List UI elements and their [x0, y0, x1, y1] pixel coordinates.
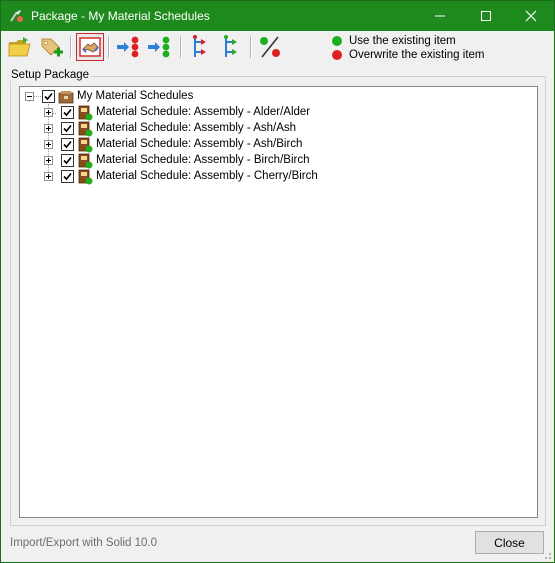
app-icon	[10, 10, 23, 22]
close-window-button[interactable]	[508, 1, 554, 31]
add-tag-button[interactable]	[39, 34, 65, 60]
tree-root-label: My Material Schedules	[77, 90, 194, 102]
legend-label: Use the existing item	[349, 35, 456, 47]
expand-toggle[interactable]	[44, 156, 53, 165]
handshake-button[interactable]	[76, 33, 104, 61]
close-icon	[525, 10, 537, 22]
tag-add-icon	[41, 38, 63, 57]
red-branch-icon	[193, 35, 206, 57]
package-tree[interactable]: My Material Schedules Material Schedule:…	[19, 86, 538, 518]
move-to-red-stack-button[interactable]	[116, 34, 142, 60]
schedule-status-icon	[78, 169, 93, 185]
item-checkbox[interactable]	[61, 106, 74, 119]
move-to-green-stack-button[interactable]	[147, 34, 173, 60]
tree-item-label: Material Schedule: Assembly - Cherry/Bir…	[96, 170, 318, 182]
arrow-green-stack-icon	[148, 36, 170, 58]
checkmark-icon	[63, 140, 72, 149]
green-branch-icon	[224, 35, 237, 57]
tree-root-node[interactable]: My Material Schedules	[20, 89, 320, 105]
toolbar-separator	[70, 36, 72, 58]
tree-item-node[interactable]: Material Schedule: Assembly - Alder/Alde…	[20, 105, 380, 121]
resize-grip-icon[interactable]	[542, 550, 552, 560]
package-folder-icon	[58, 91, 74, 104]
legend-label: Overwrite the existing item	[349, 49, 485, 61]
tree-item-label: Material Schedule: Assembly - Birch/Birc…	[96, 154, 310, 166]
item-checkbox[interactable]	[61, 122, 74, 135]
tree-item-node[interactable]: Material Schedule: Assembly - Ash/Birch	[20, 137, 380, 153]
checkmark-icon	[44, 92, 53, 101]
red-dot-icon	[332, 50, 342, 60]
open-folder-button[interactable]	[7, 34, 33, 60]
arrow-red-stack-icon	[117, 36, 139, 58]
schedule-status-icon	[78, 121, 93, 137]
status-text: Import/Export with Solid 10.0	[10, 537, 158, 549]
minimize-icon	[435, 15, 445, 17]
expand-toggle[interactable]	[44, 172, 53, 181]
package-window: Package - My Material Schedules Use the …	[0, 0, 555, 563]
toggle-status-button[interactable]	[257, 34, 283, 60]
minimize-button[interactable]	[417, 1, 463, 31]
title-bar: Package - My Material Schedules	[1, 1, 554, 31]
item-checkbox[interactable]	[61, 154, 74, 167]
percent-dots-icon	[260, 36, 280, 58]
maximize-button[interactable]	[463, 1, 509, 31]
green-branch-button[interactable]	[218, 34, 244, 60]
expand-toggle[interactable]	[44, 108, 53, 117]
window-title: Package - My Material Schedules	[31, 9, 210, 23]
toolbar-separator	[180, 36, 182, 58]
tree-item-label: Material Schedule: Assembly - Ash/Birch	[96, 138, 303, 150]
collapse-toggle[interactable]	[25, 92, 34, 101]
close-button[interactable]: Close	[475, 531, 544, 554]
schedule-status-icon	[78, 153, 93, 169]
tree-item-label: Material Schedule: Assembly - Ash/Ash	[96, 122, 297, 134]
tree-item-label: Material Schedule: Assembly - Alder/Alde…	[96, 106, 311, 118]
red-branch-button[interactable]	[187, 34, 213, 60]
checkmark-icon	[63, 108, 72, 117]
item-checkbox[interactable]	[61, 170, 74, 183]
group-label: Setup Package	[9, 69, 92, 81]
item-checkbox[interactable]	[61, 138, 74, 151]
green-dot-icon	[332, 36, 342, 46]
root-checkbox[interactable]	[42, 90, 55, 103]
schedule-status-icon	[78, 105, 93, 121]
expand-toggle[interactable]	[44, 124, 53, 133]
tree-item-node[interactable]: Material Schedule: Assembly - Birch/Birc…	[20, 153, 380, 169]
checkmark-icon	[63, 172, 72, 181]
tree-item-node[interactable]: Material Schedule: Assembly - Ash/Ash	[20, 121, 380, 137]
toolbar-separator	[250, 36, 252, 58]
expand-toggle[interactable]	[44, 140, 53, 149]
open-folder-icon	[8, 37, 31, 57]
schedule-status-icon	[78, 137, 93, 153]
handshake-icon	[79, 37, 101, 57]
maximize-icon	[481, 11, 491, 21]
tree-item-node[interactable]: Material Schedule: Assembly - Cherry/Bir…	[20, 169, 380, 185]
checkmark-icon	[63, 124, 72, 133]
checkmark-icon	[63, 156, 72, 165]
toolbar-separator	[108, 36, 110, 58]
